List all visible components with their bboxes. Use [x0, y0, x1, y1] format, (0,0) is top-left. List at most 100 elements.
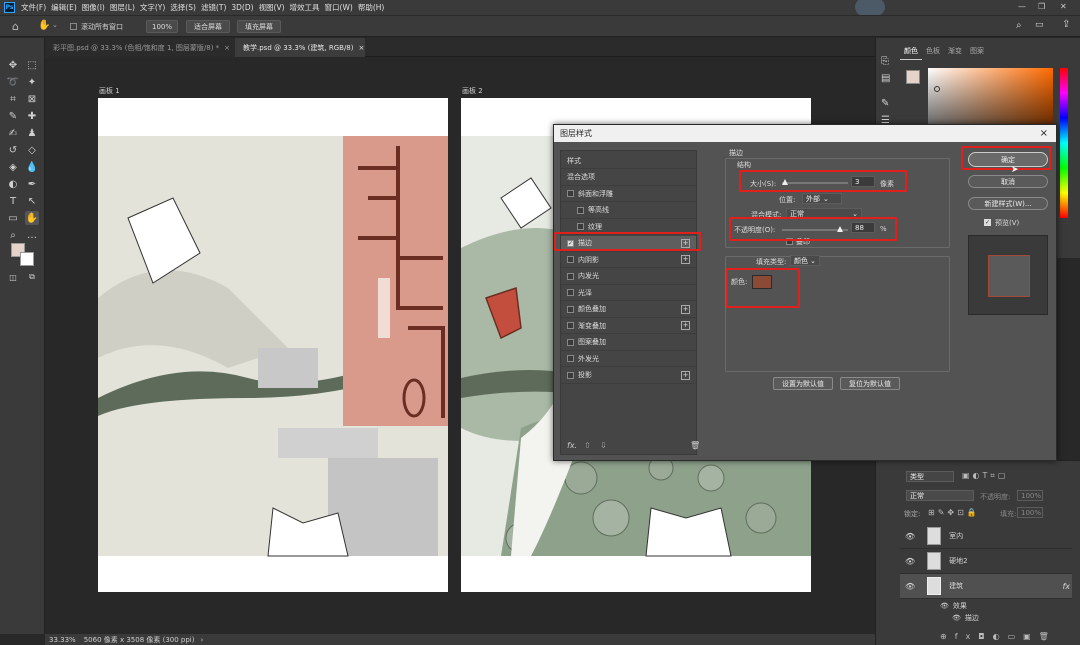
- layer-row[interactable]: 👁 室内: [900, 524, 1072, 549]
- effects-row[interactable]: 👁 效果: [940, 601, 967, 611]
- fx-menu-icon[interactable]: fx.: [567, 441, 577, 450]
- more-tools-icon[interactable]: …: [25, 228, 39, 242]
- layer-row[interactable]: 👁 硬地2: [900, 549, 1072, 574]
- chevron-right-icon[interactable]: ›: [200, 636, 203, 644]
- style-item[interactable]: 光泽: [561, 285, 696, 301]
- artboard-1[interactable]: [98, 98, 448, 592]
- comment-icon[interactable]: ▤: [881, 73, 890, 84]
- layer-opacity-input[interactable]: 100%: [1017, 490, 1043, 501]
- brush-tool-icon[interactable]: ✍: [6, 126, 20, 140]
- stroke-color-swatch[interactable]: [752, 275, 772, 289]
- style-checkbox[interactable]: [577, 206, 584, 214]
- panel-foreground-swatch[interactable]: [906, 70, 920, 84]
- eyedropper-tool-icon[interactable]: ✎: [6, 109, 20, 123]
- tab-gradients[interactable]: 渐变: [944, 46, 966, 60]
- eye-icon[interactable]: 👁: [940, 602, 949, 610]
- cancel-button[interactable]: 取消: [968, 175, 1048, 188]
- menu-edit[interactable]: 编辑(E): [51, 2, 77, 13]
- style-checkbox[interactable]: [567, 190, 574, 197]
- style-item[interactable]: ✓ 描边 +: [561, 235, 696, 252]
- ok-button[interactable]: 确定: [968, 152, 1048, 167]
- paint-bucket-tool-icon[interactable]: ◈: [6, 160, 20, 174]
- move-tool-icon[interactable]: ✥: [6, 58, 20, 72]
- close-tab-icon[interactable]: ×: [224, 44, 230, 52]
- add-effect-icon[interactable]: +: [681, 238, 690, 248]
- tab-patterns[interactable]: 图案: [966, 46, 988, 60]
- style-checkbox[interactable]: [567, 355, 574, 362]
- layer-filter-input[interactable]: 类型: [906, 471, 954, 482]
- layer-row-selected[interactable]: 👁 建筑 fx: [900, 574, 1072, 599]
- fill-type-select[interactable]: 颜色 ⌄: [790, 255, 820, 266]
- style-checkbox[interactable]: [567, 322, 574, 329]
- style-checkbox[interactable]: [567, 305, 574, 313]
- size-slider[interactable]: [782, 182, 848, 184]
- lock-icons[interactable]: ⊞✎✥⊡🔒: [928, 508, 980, 517]
- workspace-icon[interactable]: ▭: [1035, 20, 1044, 30]
- style-checkbox[interactable]: ✓: [567, 239, 574, 247]
- background-color-swatch[interactable]: [20, 252, 34, 266]
- close-window-icon[interactable]: ✕: [1060, 2, 1067, 11]
- add-effect-icon[interactable]: +: [681, 370, 690, 380]
- magic-wand-tool-icon[interactable]: ✦: [25, 75, 39, 89]
- scroll-all-windows-checkbox[interactable]: [70, 23, 77, 30]
- type-tool-icon[interactable]: T: [6, 194, 20, 208]
- style-item[interactable]: 外发光: [561, 351, 696, 367]
- clone-stamp-tool-icon[interactable]: ♟: [25, 126, 39, 140]
- menu-window[interactable]: 窗口(W): [325, 2, 353, 13]
- zoom-100-button[interactable]: 100%: [146, 20, 178, 33]
- reset-default-button[interactable]: 复位为默认值: [840, 377, 900, 390]
- frame-tool-icon[interactable]: ⊠: [25, 92, 39, 106]
- style-item[interactable]: 斜面和浮雕: [561, 186, 696, 202]
- size-slider-thumb[interactable]: [781, 179, 788, 185]
- eye-icon[interactable]: 👁: [905, 582, 915, 591]
- menu-help[interactable]: 帮助(H): [358, 2, 385, 13]
- opacity-input[interactable]: 88: [851, 222, 875, 233]
- style-item[interactable]: 等高线: [561, 203, 696, 219]
- fx-icon[interactable]: fx: [1062, 582, 1070, 591]
- path-selection-tool-icon[interactable]: ↖: [25, 194, 39, 208]
- zoom-tool-icon[interactable]: ⌕: [6, 228, 20, 242]
- eye-icon[interactable]: 👁: [905, 557, 915, 566]
- pen-tool-icon[interactable]: ✒: [25, 177, 39, 191]
- move-up-icon[interactable]: ⇧: [584, 441, 591, 450]
- hand-tool-icon[interactable]: ✋: [25, 211, 39, 225]
- layer-filter-icons[interactable]: ▣◐T⌗▢: [962, 471, 1009, 481]
- rectangle-tool-icon[interactable]: ▭: [6, 211, 20, 225]
- blend-mode-select[interactable]: 正常 ⌄: [786, 208, 862, 219]
- fill-input[interactable]: 100%: [1017, 507, 1043, 518]
- close-tab-icon[interactable]: ×: [359, 44, 365, 52]
- menu-select[interactable]: 选择(S): [170, 2, 196, 13]
- fill-screen-button[interactable]: 填充屏幕: [237, 20, 281, 33]
- position-select[interactable]: 外部 ⌄: [802, 193, 842, 204]
- menu-layer[interactable]: 图层(L): [110, 2, 135, 13]
- restore-icon[interactable]: ❐: [1038, 2, 1045, 11]
- add-effect-icon[interactable]: +: [681, 255, 690, 264]
- style-item[interactable]: 内阴影 +: [561, 252, 696, 268]
- menu-filter[interactable]: 滤镜(T): [201, 2, 226, 13]
- quick-mask-icon[interactable]: ◫: [6, 270, 20, 284]
- add-effect-icon[interactable]: +: [681, 304, 690, 314]
- style-item[interactable]: 内发光: [561, 269, 696, 285]
- stroke-effect-row[interactable]: 👁 描边: [952, 613, 979, 623]
- fit-screen-button[interactable]: 适合屏幕: [186, 20, 230, 33]
- new-style-button[interactable]: 新建样式(W)...: [968, 197, 1048, 210]
- style-item[interactable]: 混合选项: [561, 170, 696, 186]
- dodge-tool-icon[interactable]: ◐: [6, 177, 20, 191]
- style-checkbox[interactable]: [567, 338, 574, 346]
- add-effect-icon[interactable]: +: [681, 321, 690, 330]
- share-icon[interactable]: ⇪: [1062, 19, 1070, 30]
- minimize-icon[interactable]: —: [1018, 2, 1026, 11]
- delete-effect-icon[interactable]: 🗑: [690, 441, 700, 450]
- menu-view[interactable]: 视图(V): [259, 2, 285, 13]
- close-dialog-icon[interactable]: ×: [1040, 128, 1048, 139]
- color-picker-marker[interactable]: [934, 86, 940, 92]
- style-checkbox[interactable]: [577, 223, 584, 230]
- eraser-tool-icon[interactable]: ◇: [25, 143, 39, 157]
- style-checkbox[interactable]: [567, 289, 574, 296]
- style-item[interactable]: 渐变叠加 +: [561, 318, 696, 334]
- home-icon[interactable]: ⌂: [12, 20, 19, 33]
- search-icon[interactable]: ⌕: [1016, 20, 1022, 31]
- healing-brush-tool-icon[interactable]: ✚: [25, 109, 39, 123]
- zoom-level[interactable]: 33.33%: [49, 636, 76, 644]
- eye-icon[interactable]: 👁: [952, 614, 961, 622]
